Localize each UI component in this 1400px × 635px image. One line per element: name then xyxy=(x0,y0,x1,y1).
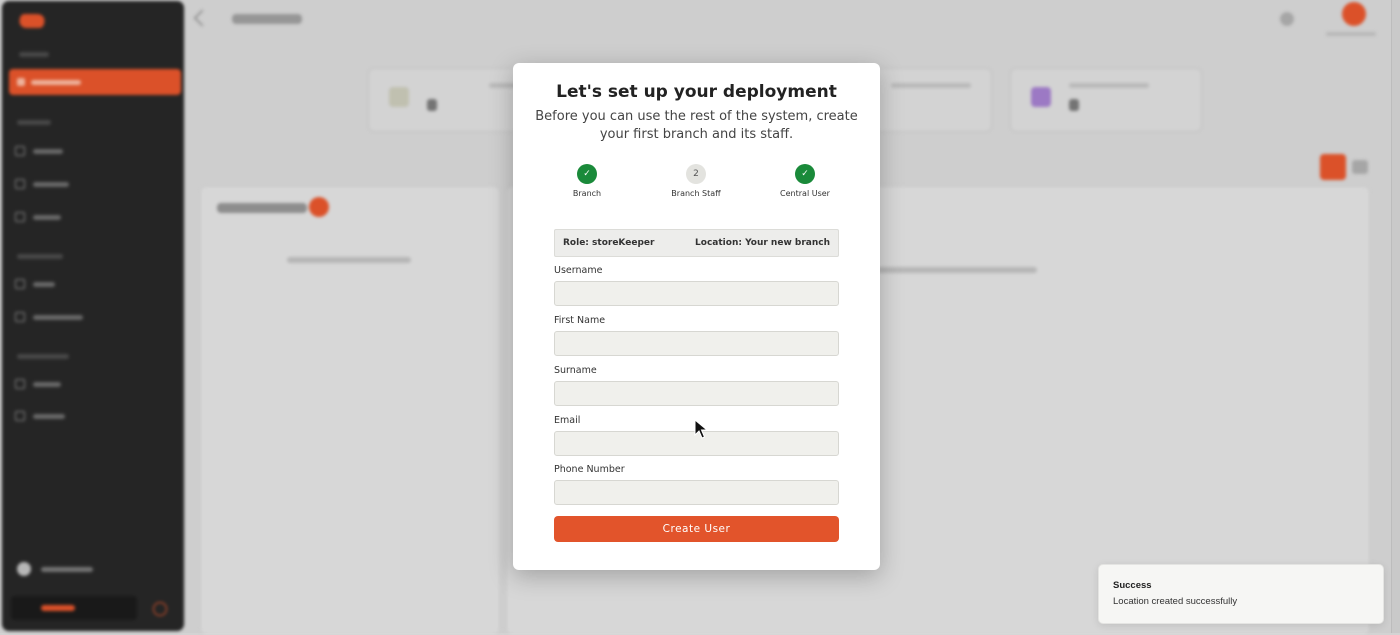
setup-modal: Let's set up your deployment Before you … xyxy=(513,63,880,570)
toast-message: Location created successfully xyxy=(1113,596,1238,607)
check-icon: ✓ xyxy=(577,164,597,184)
surname-field[interactable] xyxy=(554,381,839,406)
toast-title: Success xyxy=(1113,580,1152,591)
email-label: Email xyxy=(554,415,581,426)
modal-title: Let's set up your deployment xyxy=(556,82,837,102)
phone-number-field[interactable] xyxy=(554,480,839,505)
location-text: Location: Your new branch xyxy=(695,238,830,248)
create-user-button[interactable]: Create User xyxy=(554,516,839,542)
username-label: Username xyxy=(554,265,603,276)
role-location-bar: Role: storeKeeper Location: Your new bra… xyxy=(554,229,839,257)
modal-subtitle: Before you can use the rest of the syste… xyxy=(535,109,858,142)
step-label: Central User xyxy=(780,189,830,198)
username-field[interactable] xyxy=(554,281,839,306)
mouse-cursor-icon xyxy=(694,419,708,439)
check-icon: ✓ xyxy=(795,164,815,184)
first-name-field[interactable] xyxy=(554,331,839,356)
phone-label: Phone Number xyxy=(554,464,625,475)
surname-label: Surname xyxy=(554,365,597,376)
step-label: Branch xyxy=(572,189,602,198)
scrollbar[interactable] xyxy=(1391,0,1400,633)
step-branch: ✓ Branch xyxy=(547,164,627,198)
step-central-user: ✓ Central User xyxy=(765,164,845,198)
role-text: Role: storeKeeper xyxy=(563,238,655,248)
first-name-label: First Name xyxy=(554,315,606,326)
step-label: Branch Staff xyxy=(671,189,721,198)
step-number: 2 xyxy=(686,164,706,184)
success-toast[interactable]: Success Location created successfully xyxy=(1098,564,1384,624)
step-branch-staff: 2 Branch Staff xyxy=(656,164,736,198)
